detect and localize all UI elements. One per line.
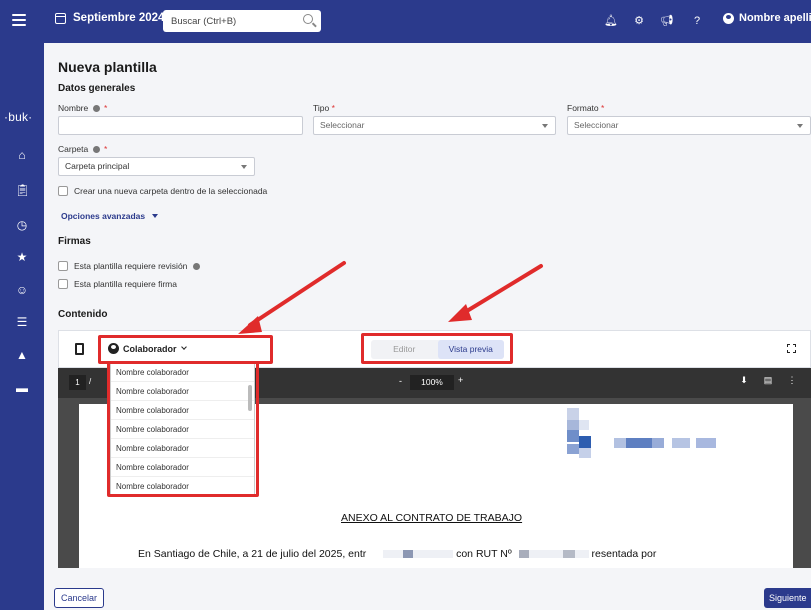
document-body-line: En Santiago de Chile, a 21 de julio del … <box>138 548 657 560</box>
create-folder-option[interactable]: Crear una nueva carpeta dentro de la sel… <box>58 186 267 196</box>
signatures-section-title: Firmas <box>58 236 91 247</box>
caret-down-icon <box>797 124 803 128</box>
list-item[interactable]: Nombre colaborador <box>111 477 254 495</box>
search-input[interactable]: Buscar (Ctrl+B) <box>163 10 321 32</box>
create-folder-checkbox[interactable] <box>58 186 68 196</box>
help-icon[interactable] <box>92 146 100 154</box>
zoom-out-button[interactable]: - <box>399 376 402 386</box>
more-options-icon[interactable]: ⋮ <box>786 375 798 386</box>
list-item[interactable]: Nombre colaborador <box>111 439 254 458</box>
folder-label: Carpeta * <box>58 144 108 154</box>
sidebar: ·buk· ⌂ 📋︎ ◷ ★ ☺ ☰ ▲ ▬ <box>0 43 44 610</box>
format-select[interactable]: Seleccionar <box>567 116 811 135</box>
calendar-icon <box>55 12 66 24</box>
user-check-icon[interactable]: ☺ <box>15 283 29 297</box>
chevron-down-icon <box>180 344 187 350</box>
format-label: Formato * <box>567 103 605 113</box>
top-bar: Septiembre 2024 Buscar (Ctrl+B) 🔔︎ ⚙︎ 📢︎… <box>0 0 811 43</box>
document-heading: ANEXO AL CONTRATO DE TRABAJO <box>341 512 523 524</box>
home-icon[interactable]: ⌂ <box>15 148 29 162</box>
zoom-level[interactable]: 100% <box>410 375 454 390</box>
list-item[interactable]: Nombre colaborador <box>111 382 254 401</box>
list-item[interactable]: Nombre colaborador <box>111 458 254 477</box>
period-selector[interactable]: Septiembre 2024 <box>55 12 164 24</box>
caret-down-icon <box>542 124 548 128</box>
list-item[interactable]: Nombre colaborador <box>111 420 254 439</box>
redacted-text <box>518 550 529 559</box>
people-icon[interactable]: ☰ <box>15 315 29 329</box>
type-label: Tipo * <box>313 103 335 113</box>
user-name: Nombre apellido <box>739 12 811 24</box>
name-label: Nombre * <box>58 103 108 113</box>
review-option[interactable]: Esta plantilla requiere revisión <box>58 261 202 271</box>
sign-option[interactable]: Esta plantilla requiere firma <box>58 279 177 289</box>
view-toggle: Editor Vista previa <box>371 340 504 359</box>
review-checkbox[interactable] <box>58 261 68 271</box>
search-icon <box>303 14 313 24</box>
general-section-title: Datos generales <box>58 83 136 94</box>
next-button[interactable]: Siguiente <box>764 588 811 608</box>
user-icon <box>723 12 734 24</box>
search-placeholder: Buscar (Ctrl+B) <box>171 15 237 27</box>
page-separator: / <box>89 377 92 386</box>
redacted-logo <box>567 408 579 420</box>
caret-down-icon <box>152 214 159 218</box>
clipboard-icon[interactable]: 📋︎ <box>15 183 30 197</box>
collaborator-dropdown: Nombre colaborador Nombre colaborador No… <box>110 362 255 496</box>
page-number-input[interactable]: 1 <box>69 375 86 390</box>
collaborator-dropdown-button[interactable]: Colaborador <box>108 343 187 354</box>
tab-editor[interactable]: Editor <box>371 340 438 359</box>
page-title: Nueva plantilla <box>58 59 157 75</box>
bell-icon[interactable]: 🔔︎ <box>604 14 618 28</box>
document-icon[interactable] <box>75 343 84 355</box>
sign-checkbox[interactable] <box>58 279 68 289</box>
user-menu[interactable]: Nombre apellido <box>723 12 811 24</box>
tab-preview[interactable]: Vista previa <box>437 340 504 359</box>
clock-icon[interactable]: ◷ <box>15 218 29 232</box>
caret-down-icon <box>241 165 247 169</box>
folder-select[interactable]: Carpeta principal <box>58 157 255 176</box>
folder-icon[interactable]: ▬ <box>15 381 29 395</box>
user-icon <box>108 343 119 354</box>
period-label: Septiembre 2024 <box>73 12 165 24</box>
cancel-button[interactable]: Cancelar <box>54 588 104 608</box>
graduation-icon[interactable]: ▲ <box>15 348 29 362</box>
fullscreen-icon[interactable] <box>787 344 796 353</box>
download-icon[interactable]: ⬇︎ <box>738 375 750 386</box>
logo: ·buk· <box>4 110 33 124</box>
content-section-title: Contenido <box>58 309 108 320</box>
main-content: Nueva plantilla Datos generales Nombre *… <box>44 43 811 610</box>
list-item[interactable]: Nombre colaborador <box>111 363 254 382</box>
type-select[interactable]: Seleccionar <box>313 116 556 135</box>
gear-icon[interactable]: ⚙︎ <box>632 14 646 28</box>
megaphone-icon[interactable]: 📢︎ <box>660 14 674 28</box>
help-icon[interactable] <box>193 263 201 271</box>
list-item[interactable]: Nombre colaborador <box>111 401 254 420</box>
redacted-text <box>383 550 404 559</box>
help-icon[interactable] <box>92 105 100 113</box>
name-field[interactable] <box>58 116 303 135</box>
menu-icon[interactable] <box>12 14 26 26</box>
dropdown-scrollbar[interactable] <box>248 385 252 411</box>
help-icon[interactable]: ? <box>690 14 704 28</box>
star-icon[interactable]: ★ <box>15 250 29 264</box>
print-icon[interactable]: ▤ <box>762 375 774 386</box>
zoom-in-button[interactable]: + <box>458 375 463 385</box>
advanced-options-link[interactable]: Opciones avanzadas <box>61 211 159 221</box>
